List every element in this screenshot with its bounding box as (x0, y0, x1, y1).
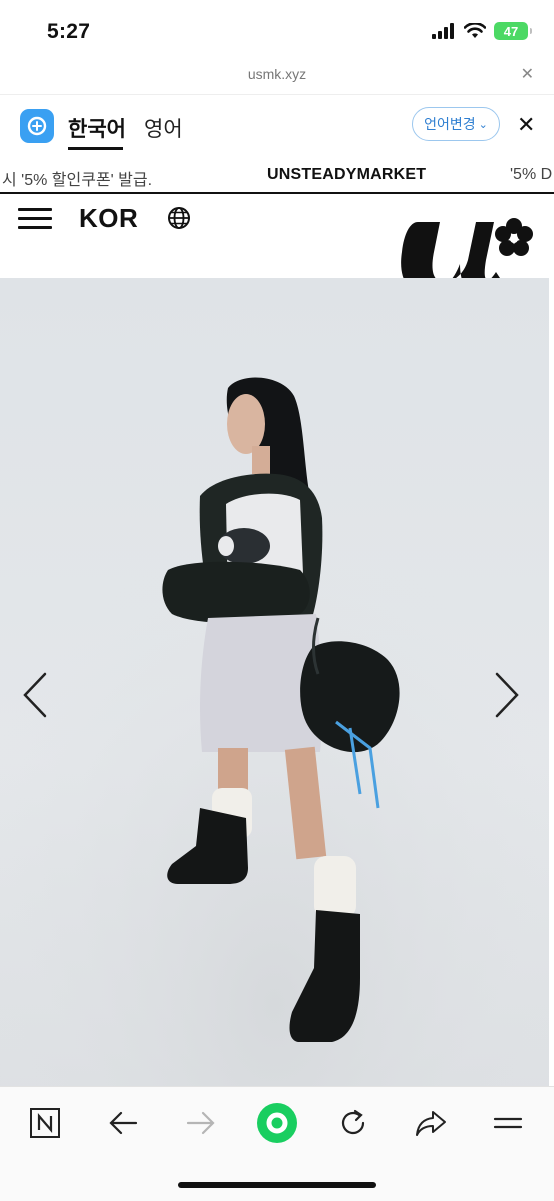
change-language-button[interactable]: 언어변경 ⌄ (412, 107, 500, 141)
marquee-text-right: '5% D (510, 166, 553, 183)
region-label[interactable]: KOR (79, 203, 138, 234)
home-indicator[interactable] (178, 1182, 376, 1188)
papago-icon (20, 109, 54, 143)
hero-image (0, 278, 549, 1086)
model-photo (0, 278, 549, 1086)
status-time: 5:27 (47, 20, 91, 43)
signal-icon (432, 23, 454, 39)
marquee-text-left: 시 '5% 할인쿠폰' 발급. (2, 172, 153, 189)
battery-indicator: 47 (494, 22, 532, 40)
status-icons: 47 (432, 22, 532, 40)
chevron-down-icon: ⌄ (478, 118, 488, 131)
share-icon[interactable] (413, 1105, 449, 1141)
active-tab-underline (68, 147, 123, 150)
forward-icon (183, 1105, 219, 1141)
url-text[interactable]: usmk.xyz (0, 66, 554, 82)
translate-bar: 한국어 영어 언어변경 ⌄ ✕ (0, 94, 554, 157)
back-icon[interactable] (105, 1105, 141, 1141)
close-icon[interactable]: ✕ (521, 64, 534, 84)
marquee-text-center[interactable]: UNSTEADYMARKET (267, 166, 426, 184)
chevron-right-icon[interactable] (492, 670, 522, 720)
naver-n-icon[interactable] (27, 1105, 63, 1141)
change-language-label: 언어변경 (424, 116, 476, 132)
green-home-icon[interactable] (256, 1102, 298, 1144)
tab-source-language[interactable]: 한국어 (68, 113, 126, 143)
globe-icon[interactable] (167, 206, 191, 230)
site-header: KOR (0, 194, 554, 294)
page-edge (549, 278, 554, 1086)
announcement-marquee: 시 '5% 할인쿠폰' 발급. UNSTEADYMARKET '5% D (0, 158, 554, 194)
battery-level: 47 (503, 23, 519, 39)
chevron-left-icon[interactable] (20, 670, 50, 720)
tab-target-language[interactable]: 영어 (144, 113, 183, 143)
menu-icon[interactable] (18, 208, 52, 230)
wifi-icon (464, 23, 486, 38)
url-bar[interactable]: usmk.xyz ✕ (0, 60, 554, 90)
close-translate-icon[interactable]: ✕ (517, 112, 535, 138)
more-menu-icon[interactable] (490, 1105, 526, 1141)
reload-icon[interactable] (335, 1105, 371, 1141)
